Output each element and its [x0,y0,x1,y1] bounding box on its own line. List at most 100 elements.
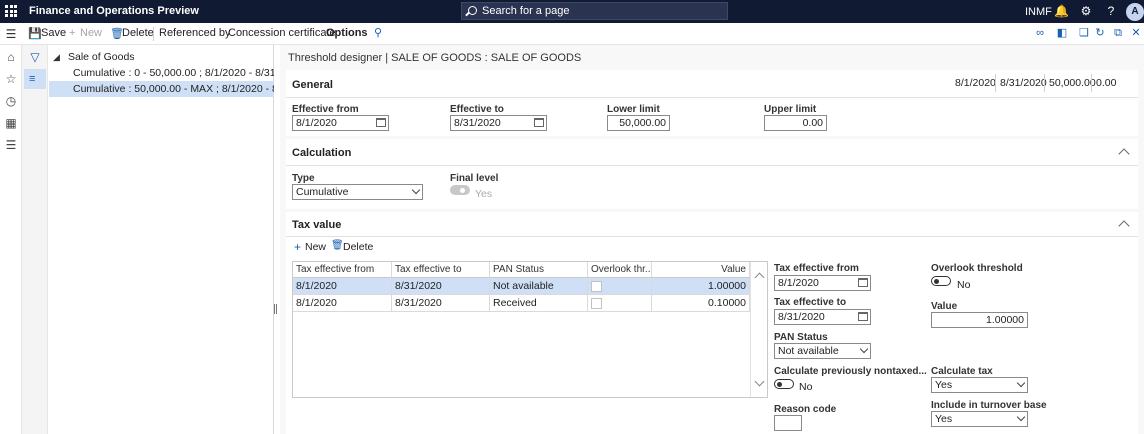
calculation-section: Calculation Type Cumulative Final level … [286,139,1138,209]
toolbar-divider [153,27,154,41]
options-tab[interactable]: Options [326,27,368,39]
final-level-toggle[interactable] [450,185,470,195]
collapse-chevron-icon[interactable] [1118,220,1130,232]
search-box[interactable]: Search for a page [461,2,728,20]
grid-scrollbar[interactable] [750,262,768,397]
cell-pan-status[interactable]: Received [490,295,588,312]
breadcrumb: Threshold designer | SALE OF GOODS : SAL… [288,52,582,64]
effective-from-input[interactable]: 8/1/2020 [292,115,389,131]
recent-clock-icon[interactable]: ◷ [4,94,18,108]
overlook-threshold-toggle[interactable] [931,276,951,286]
concession-certificate-button[interactable]: Concession certificate [228,27,336,39]
action-pane: ☰ 💾 Save + New 🗑 Delete Referenced by Co… [0,23,1144,45]
calendar-icon[interactable] [534,118,544,127]
home-icon[interactable]: ⌂ [4,50,18,64]
general-header[interactable]: General [292,79,333,91]
upper-limit-label: Upper limit [764,104,817,115]
scroll-up-icon[interactable] [754,272,765,283]
collapse-chevron-icon[interactable] [1118,148,1130,160]
summary-divider [1044,74,1045,92]
action-search-icon[interactable]: ⚲ [372,27,384,39]
list-view-toggle[interactable]: ≡ [24,69,46,89]
scroll-down-icon[interactable] [754,376,765,387]
calculation-header[interactable]: Calculation [292,147,351,159]
grid-new-button[interactable]: New [305,241,326,253]
help-question-icon[interactable]: ? [1104,4,1118,18]
calendar-icon[interactable] [376,118,386,127]
hamburger-menu-icon[interactable]: ☰ [4,27,18,41]
cell-tax-to[interactable]: 8/31/2020 [392,295,490,312]
final-level-value: Yes [475,188,493,200]
referenced-by-button[interactable]: Referenced by [159,27,231,39]
column-header[interactable]: PAN Status [490,262,588,278]
type-select[interactable]: Cumulative [292,184,423,200]
favorites-star-icon[interactable]: ☆ [4,72,18,86]
delete-button[interactable]: Delete [122,27,154,39]
pan-status-label: PAN Status [774,332,828,343]
open-new-window-icon[interactable]: ⧉ [1112,27,1124,39]
calendar-icon[interactable] [858,278,868,287]
effective-from-label: Effective from [292,104,359,115]
workspaces-icon[interactable]: ▦ [4,116,18,130]
tax-effective-to-input[interactable]: 8/31/2020 [774,309,871,325]
chevron-down-icon [859,344,869,354]
tree-root[interactable]: Sale of Goods [68,49,268,65]
calculate-tax-select[interactable]: Yes [931,377,1028,393]
new-button[interactable]: New [80,27,102,39]
cell-tax-from[interactable]: 8/1/2020 [293,278,392,295]
value-input[interactable]: 1.00000 [931,312,1028,328]
grid-delete-button[interactable]: Delete [343,241,373,253]
company-picker[interactable]: INMF [1025,6,1052,18]
cell-tax-from[interactable]: 8/1/2020 [293,295,392,312]
column-header[interactable]: Overlook thr... [588,262,652,278]
tax-value-header[interactable]: Tax value [292,219,341,231]
reason-code-label: Reason code [774,404,837,415]
list-icon: ≡ [29,73,36,85]
column-header[interactable]: Value [652,262,750,278]
office-icon[interactable]: ◧ [1056,27,1068,39]
tree-collapse-icon[interactable]: ◢ [53,52,60,63]
link-icon[interactable]: ∞ [1034,27,1046,39]
turnover-base-label: Include in turnover base [931,400,1047,411]
tree-item[interactable]: Cumulative : 0 - 50,000.00 ; 8/1/2020 - … [49,65,274,81]
settings-gear-icon[interactable]: ⚙ [1079,4,1093,18]
summary-divider [1091,74,1092,92]
tax-effective-from-input[interactable]: 8/1/2020 [774,275,871,291]
pane-splitter[interactable] [274,304,277,314]
calc-previously-nontaxed-toggle[interactable] [774,379,794,389]
app-launcher-icon[interactable] [5,5,17,17]
column-header[interactable]: Tax effective to [392,262,490,278]
cell-overlook [588,295,652,312]
app-title[interactable]: Finance and Operations Preview [29,5,199,17]
reason-code-input[interactable] [774,415,802,431]
lower-limit-label: Lower limit [607,104,660,115]
refresh-icon[interactable]: ↻ [1094,27,1106,39]
pan-status-select[interactable]: Not available [774,343,871,359]
tree-item-selected[interactable]: Cumulative : 50,000.00 - MAX ; 8/1/2020 … [49,81,274,97]
general-section: General 8/1/2020 8/31/2020 50,000.00 0.0… [286,70,1138,136]
overlook-checkbox[interactable] [591,281,602,292]
cell-value[interactable]: 1.00000 [652,278,750,295]
overlook-threshold-value: No [957,279,971,291]
attachments-icon[interactable]: ❏ [1078,27,1090,39]
save-button[interactable]: Save [41,27,66,39]
cell-tax-to[interactable]: 8/31/2020 [392,278,490,295]
close-icon[interactable]: ✕ [1130,27,1142,39]
overlook-checkbox[interactable] [591,298,602,309]
chevron-down-icon [411,185,421,195]
tax-effective-from-value: 8/1/2020 [778,277,819,289]
notification-bell-icon[interactable]: 🔔 [1054,4,1069,18]
cell-value[interactable]: 0.10000 [652,295,750,312]
section-divider [286,97,1138,98]
upper-limit-input[interactable]: 0.00 [764,115,827,131]
calendar-icon[interactable] [858,312,868,321]
column-header[interactable]: Tax effective from [293,262,392,278]
modules-list-icon[interactable]: ☰ [4,138,18,152]
turnover-base-select[interactable]: Yes [931,411,1028,427]
chevron-down-icon [1016,378,1026,388]
user-avatar[interactable]: A [1126,3,1144,21]
effective-to-input[interactable]: 8/31/2020 [450,115,547,131]
filter-icon[interactable]: ▽ [28,50,42,64]
cell-pan-status[interactable]: Not available [490,278,588,295]
lower-limit-input[interactable]: 50,000.00 [607,115,670,131]
